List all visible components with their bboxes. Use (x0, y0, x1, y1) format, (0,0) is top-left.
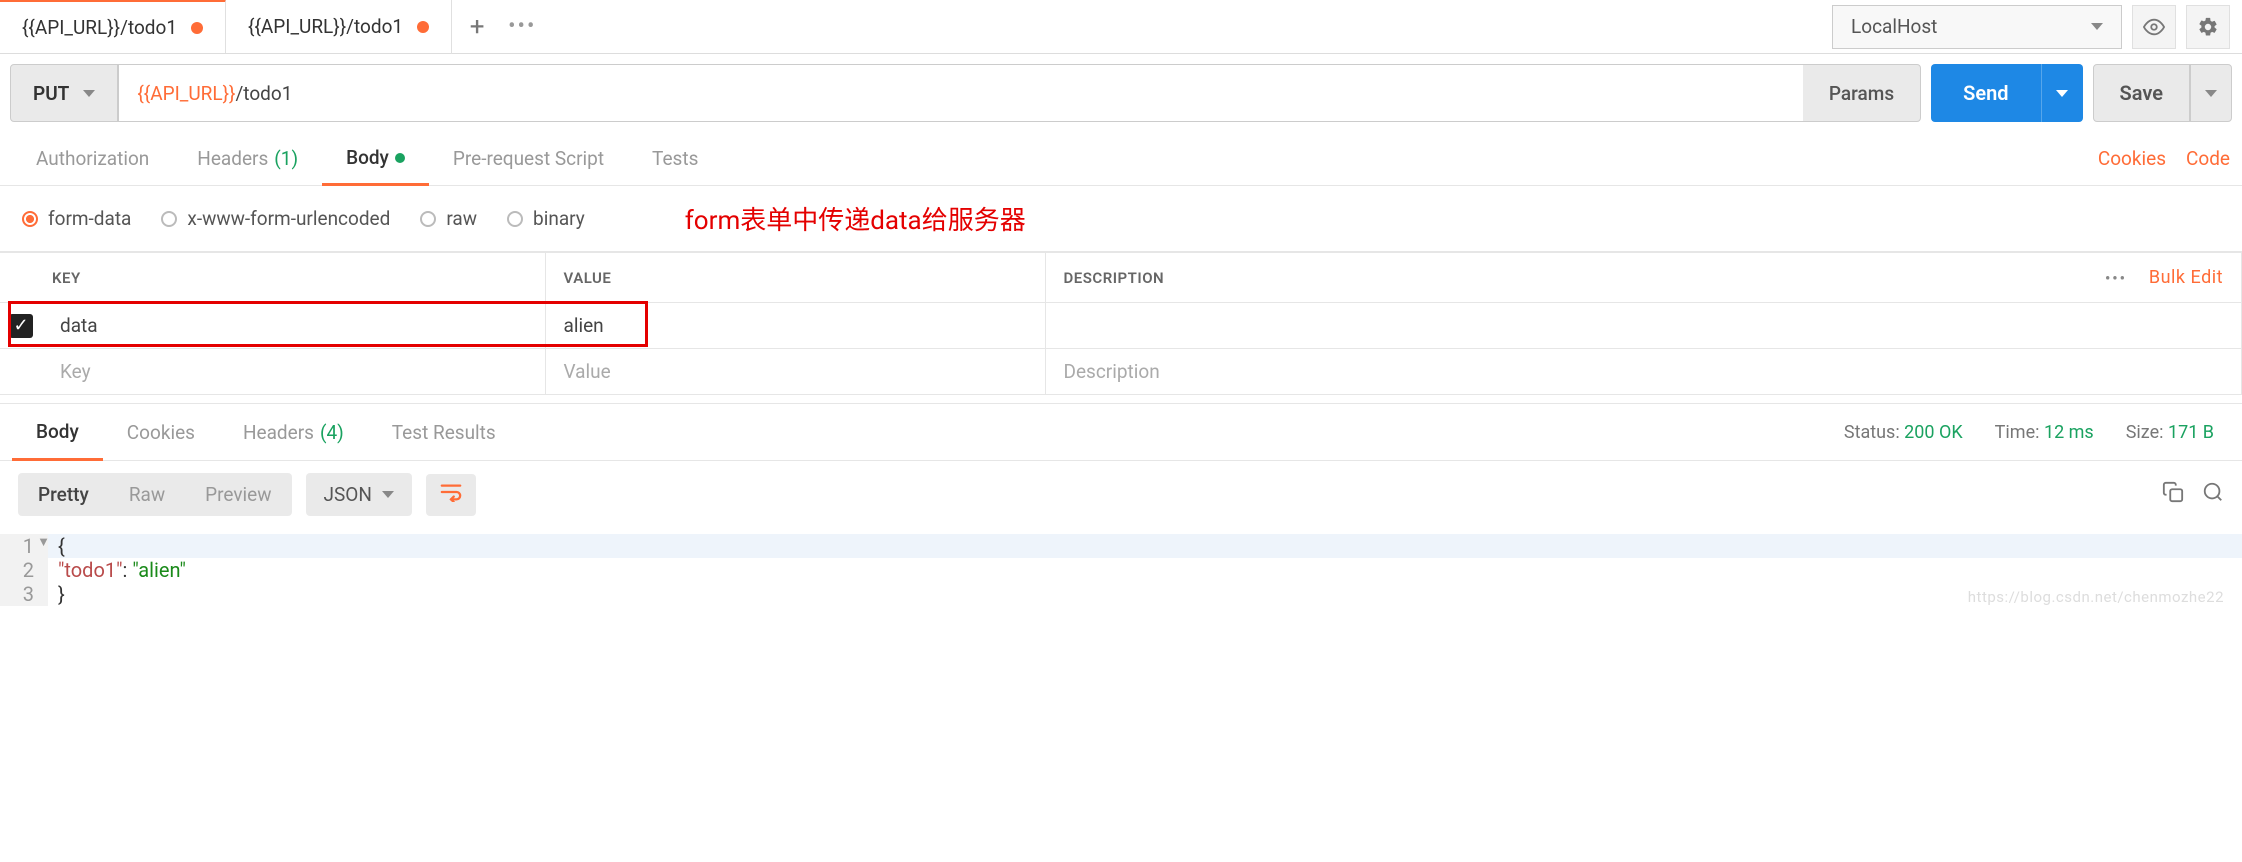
view-mode-tabs: Pretty Raw Preview (18, 473, 292, 516)
url-path: /todo1 (235, 82, 292, 105)
environment-label: LocalHost (1851, 15, 1937, 38)
environment-quicklook-button[interactable] (2132, 5, 2176, 49)
request-bar: PUT {{API_URL}}/todo1 Params Send Save (0, 54, 2242, 132)
formdata-row-empty: Key Value Description (0, 349, 2242, 395)
tab-title: {{API_URL}}/todo1 (22, 16, 177, 39)
send-button[interactable]: Send (1931, 64, 2040, 122)
annotation-text: form表单中传递data给服务器 (685, 200, 1026, 237)
response-meta: Status: 200 OK Time: 12 ms Size: 171 B (1844, 422, 2230, 443)
tab-1[interactable]: {{API_URL}}/todo1 (226, 0, 452, 54)
key-input-empty[interactable]: Key (42, 349, 109, 394)
description-input-empty[interactable]: Description (1046, 349, 2242, 394)
bulk-edit-link[interactable]: Bulk Edit (2149, 267, 2223, 288)
cookies-link[interactable]: Cookies (2098, 147, 2166, 170)
settings-button[interactable] (2186, 5, 2230, 49)
radio-binary[interactable]: binary (507, 207, 585, 230)
format-select[interactable]: JSON (306, 473, 412, 516)
tab-title: {{API_URL}}/todo1 (248, 15, 403, 38)
method-label: PUT (33, 82, 69, 105)
radio-checked-icon (22, 211, 38, 227)
col-value: VALUE (545, 253, 1045, 303)
send-dropdown[interactable] (2041, 64, 2083, 122)
radio-formdata[interactable]: form-data (22, 207, 131, 230)
new-tab-button[interactable]: + (462, 12, 492, 42)
col-description: DESCRIPTION ••• Bulk Edit (1045, 253, 2242, 303)
tab-authorization[interactable]: Authorization (12, 132, 173, 185)
tab-0[interactable]: {{API_URL}}/todo1 (0, 0, 226, 53)
request-tabs: Authorization Headers (1) Body Pre-reque… (0, 132, 2242, 186)
response-tabs: Body Cookies Headers (4) Test Results St… (0, 403, 2242, 461)
save-dropdown[interactable] (2190, 64, 2232, 122)
resp-tab-tests[interactable]: Test Results (368, 404, 520, 460)
value-input-empty[interactable]: Value (546, 349, 1045, 394)
radio-raw[interactable]: raw (420, 207, 477, 230)
tab-tests[interactable]: Tests (628, 132, 722, 185)
headers-count: (1) (274, 147, 298, 170)
col-description-label: DESCRIPTION (1064, 269, 1165, 287)
fold-icon[interactable]: ▼ (37, 534, 50, 550)
url-input[interactable]: {{API_URL}}/todo1 (119, 65, 1803, 121)
url-bar: {{API_URL}}/todo1 Params (118, 64, 1921, 122)
view-preview[interactable]: Preview (185, 473, 291, 516)
col-key: KEY (0, 253, 545, 303)
radio-icon (420, 211, 436, 227)
size-value: 171 B (2168, 422, 2214, 443)
chevron-down-icon (83, 90, 95, 97)
response-body[interactable]: 1▼{ 2 "todo1": "alien" 3} https://blog.c… (0, 528, 2242, 612)
formdata-table-wrapper: KEY VALUE DESCRIPTION ••• Bulk Edit ✓ da… (0, 252, 2242, 395)
view-raw[interactable]: Raw (109, 473, 185, 516)
environment-select[interactable]: LocalHost (1832, 5, 2122, 49)
wrap-lines-button[interactable] (426, 474, 476, 516)
view-pretty[interactable]: Pretty (18, 473, 109, 516)
value-input[interactable]: alien (546, 303, 1045, 348)
body-type-row: form-data x-www-form-urlencoded raw bina… (0, 186, 2242, 252)
copy-button[interactable] (2162, 481, 2184, 508)
check-icon: ✓ (9, 314, 33, 338)
radio-icon (161, 211, 177, 227)
tab-body-label: Body (346, 146, 389, 169)
tab-body[interactable]: Body (322, 133, 429, 186)
resp-tab-cookies[interactable]: Cookies (103, 404, 219, 460)
more-columns-button[interactable]: ••• (2105, 269, 2127, 287)
chevron-down-icon (382, 491, 394, 498)
dirty-dot-icon (191, 22, 203, 34)
tab-overflow-button[interactable]: ••• (508, 14, 536, 39)
tab-prerequest[interactable]: Pre-request Script (429, 132, 628, 185)
tab-headers-label: Headers (197, 147, 268, 170)
body-active-dot-icon (395, 153, 405, 163)
resp-headers-count: (4) (320, 421, 344, 444)
chevron-down-icon (2205, 90, 2217, 97)
method-select[interactable]: PUT (10, 64, 118, 122)
response-view-bar: Pretty Raw Preview JSON (0, 461, 2242, 528)
resp-tab-body[interactable]: Body (12, 405, 103, 461)
radio-urlencoded[interactable]: x-www-form-urlencoded (161, 207, 390, 230)
chevron-down-icon (2091, 23, 2103, 30)
code-link[interactable]: Code (2186, 147, 2230, 170)
description-input[interactable] (1046, 303, 2242, 348)
tab-headers[interactable]: Headers (1) (173, 132, 322, 185)
time-value: 12 ms (2044, 422, 2094, 443)
search-button[interactable] (2202, 481, 2224, 508)
params-button[interactable]: Params (1803, 82, 1920, 105)
tab-bar: {{API_URL}}/todo1 {{API_URL}}/todo1 + ••… (0, 0, 2242, 54)
chevron-down-icon (2056, 90, 2068, 97)
watermark: https://blog.csdn.net/chenmozhe22 (1968, 588, 2224, 606)
save-button[interactable]: Save (2093, 64, 2190, 122)
key-input[interactable]: data (42, 303, 116, 348)
dirty-dot-icon (417, 21, 429, 33)
radio-icon (507, 211, 523, 227)
formdata-table: KEY VALUE DESCRIPTION ••• Bulk Edit ✓ da… (0, 252, 2242, 395)
status-value: 200 OK (1904, 422, 1963, 443)
formdata-row: ✓ data alien (0, 303, 2242, 349)
row-checkbox[interactable]: ✓ (0, 313, 42, 338)
url-variable: {{API_URL}} (137, 82, 235, 105)
resp-tab-headers[interactable]: Headers (4) (219, 404, 368, 460)
